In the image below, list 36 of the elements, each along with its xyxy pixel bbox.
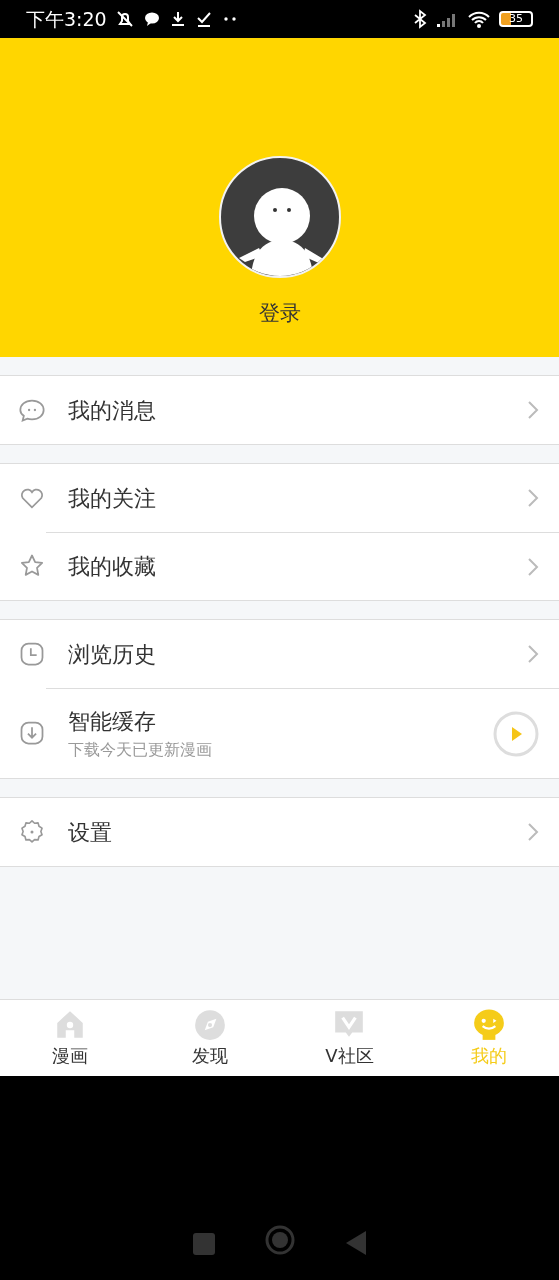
wifi-icon <box>467 9 491 29</box>
chevron-right-icon <box>527 644 539 664</box>
tab[interactable]: V社区 <box>304 1007 395 1069</box>
play-button[interactable] <box>493 710 539 757</box>
menu-label: 我的关注 <box>68 484 156 513</box>
download-icon <box>18 719 46 747</box>
chevron-right-icon <box>527 822 539 842</box>
mute-icon <box>114 9 135 29</box>
compass-icon <box>192 1007 227 1042</box>
tab[interactable]: 发现 <box>164 1007 255 1069</box>
menu-label: 我的收藏 <box>68 553 156 581</box>
menu-label: 浏览历史 <box>68 640 156 669</box>
login-link[interactable]: 登录 <box>258 298 301 330</box>
status-time: 下午3:20 <box>26 6 107 32</box>
menu-label: 设置 <box>68 818 112 847</box>
square-button[interactable] <box>191 1232 216 1256</box>
menu-row[interactable]: 浏览历史 <box>0 620 559 688</box>
menu-row[interactable]: 智能缓存 下载今天已更新漫画 <box>0 688 559 778</box>
menu-row[interactable]: 我的关注 <box>0 464 559 532</box>
menu-row[interactable]: 我的收藏 <box>0 532 559 600</box>
chevron-right-icon <box>527 400 539 420</box>
menu-label: 智能缓存 <box>68 708 157 736</box>
check-icon <box>194 10 213 28</box>
menu-row[interactable]: 设置 <box>0 798 559 866</box>
chevron-right-icon <box>527 556 539 577</box>
menu-row[interactable]: 我的消息 <box>0 376 559 444</box>
settings-icon <box>18 818 46 846</box>
tab[interactable]: 漫画 <box>24 1007 115 1069</box>
chevron-right-icon <box>527 488 539 508</box>
menu-label: 我的消息 <box>68 396 156 425</box>
menu-subtitle: 下载今天已更新漫画 <box>68 739 212 761</box>
home-button[interactable] <box>263 1224 296 1256</box>
smiley-icon <box>472 1007 507 1042</box>
bluetooth-icon <box>413 9 427 29</box>
chat-icon <box>142 10 161 28</box>
clock-icon <box>18 640 46 668</box>
